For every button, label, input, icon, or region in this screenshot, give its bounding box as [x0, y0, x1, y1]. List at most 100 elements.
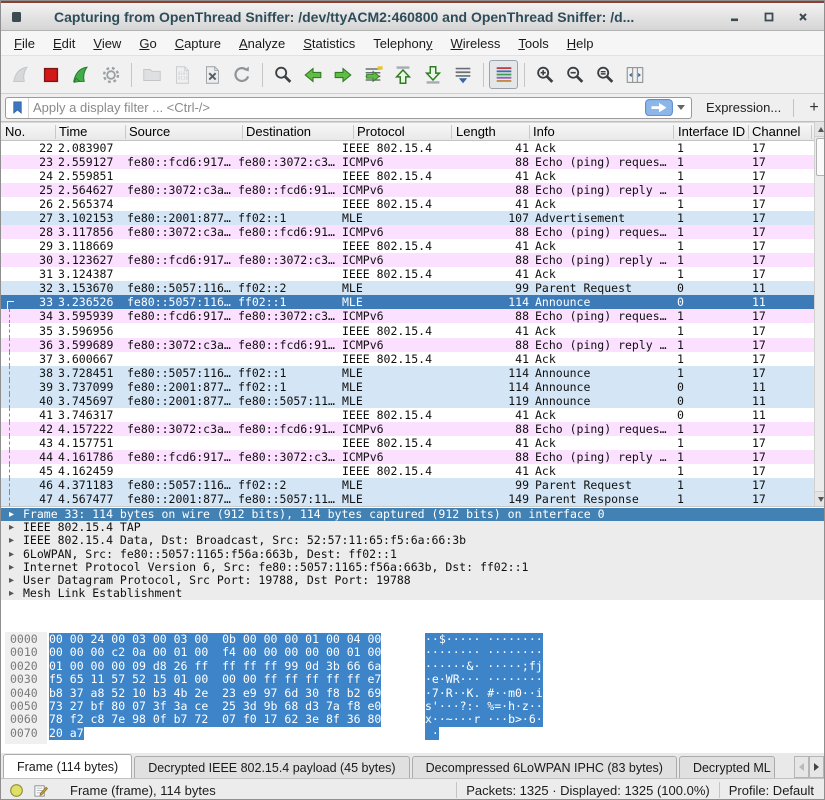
hex-row[interactable]: 0030f5 65 11 57 52 15 01 00 00 00 ff ff … — [1, 673, 824, 686]
packet-row-36[interactable]: 363.599689fe80::3072:c3a…fe80::fcd6:91…I… — [1, 338, 814, 352]
packet-row-43[interactable]: 434.157751IEEE 802.15.441Ack117 — [1, 436, 814, 450]
column-header-time[interactable]: Time — [59, 123, 87, 141]
zoom-in-button[interactable] — [530, 60, 559, 89]
column-separator[interactable] — [811, 125, 812, 139]
go-last-packet-button[interactable] — [418, 60, 447, 89]
expand-arrow-icon[interactable]: ▸ — [9, 587, 14, 600]
hex-row[interactable]: 000000 00 24 00 03 00 03 00 0b 00 00 00 … — [1, 633, 824, 646]
packet-row-40[interactable]: 403.745697fe80::2001:877…fe80::5057:11…M… — [1, 394, 814, 408]
go-to-packet-button[interactable] — [358, 60, 387, 89]
packet-row-44[interactable]: 444.161786fe80::fcd6:917…fe80::3072:c3…I… — [1, 450, 814, 464]
zoom-reset-button[interactable] — [590, 60, 619, 89]
find-packet-button[interactable] — [268, 60, 297, 89]
packet-row-31[interactable]: 313.124387IEEE 802.15.441Ack117 — [1, 267, 814, 281]
status-profile[interactable]: Profile: Default — [729, 783, 814, 798]
packet-row-23[interactable]: 232.559127fe80::fcd6:917…fe80::3072:c3…I… — [1, 155, 814, 169]
colorize-button[interactable] — [489, 60, 518, 89]
packet-row-37[interactable]: 373.600667IEEE 802.15.441Ack117 — [1, 352, 814, 366]
auto-scroll-button[interactable] — [448, 60, 477, 89]
hex-row[interactable]: 001000 00 00 c2 0a 00 01 00 f4 00 00 00 … — [1, 646, 824, 659]
hex-row[interactable]: 002001 00 00 00 09 d8 26 ff ff ff ff 99 … — [1, 660, 824, 673]
expand-arrow-icon[interactable]: ▸ — [9, 561, 14, 574]
hex-row[interactable]: 0040b8 37 a8 52 10 b3 4b 2e 23 e9 97 6d … — [1, 687, 824, 700]
column-separator[interactable] — [748, 125, 749, 139]
expert-info-icon[interactable] — [9, 783, 24, 798]
bookmark-icon[interactable] — [6, 98, 29, 118]
packet-row-35[interactable]: 353.596956IEEE 802.15.441Ack117 — [1, 324, 814, 338]
menu-help[interactable]: Help — [558, 31, 603, 56]
expand-arrow-icon[interactable]: ▸ — [9, 534, 14, 547]
menu-go[interactable]: Go — [130, 31, 165, 56]
column-header-length[interactable]: Length — [456, 123, 496, 141]
resize-columns-button[interactable] — [620, 60, 649, 89]
filter-dropdown-caret-icon[interactable] — [677, 105, 685, 110]
menu-view[interactable]: View — [84, 31, 130, 56]
column-header-channel[interactable]: Channel — [752, 123, 800, 141]
packet-row-27[interactable]: 273.102153fe80::2001:877…ff02::1MLE107Ad… — [1, 211, 814, 225]
detail-row[interactable]: ▸6LoWPAN, Src: fe80::5057:1165:f56a:663b… — [1, 548, 824, 561]
packet-row-30[interactable]: 303.123627fe80::fcd6:917…fe80::3072:c3…I… — [1, 253, 814, 267]
column-header-source[interactable]: Source — [129, 123, 170, 141]
menu-tools[interactable]: Tools — [509, 31, 557, 56]
reload-file-button[interactable] — [227, 60, 256, 89]
packet-row-42[interactable]: 424.157222fe80::3072:c3a…fe80::fcd6:91…I… — [1, 422, 814, 436]
detail-row[interactable]: ▸IEEE 802.15.4 TAP — [1, 521, 824, 534]
go-forward-button[interactable] — [328, 60, 357, 89]
menu-edit[interactable]: Edit — [44, 31, 84, 56]
expand-arrow-icon[interactable]: ▸ — [9, 508, 14, 521]
scroll-up-icon[interactable] — [815, 122, 825, 137]
restart-capture-button[interactable] — [66, 60, 95, 89]
menu-capture[interactable]: Capture — [166, 31, 230, 56]
column-header-info[interactable]: Info — [533, 123, 555, 141]
add-filter-button[interactable]: + — [804, 99, 824, 117]
tab-decompressed-6lowpan-iphc-83-bytes[interactable]: Decompressed 6LoWPAN IPHC (83 bytes) — [412, 756, 677, 778]
go-first-packet-button[interactable] — [388, 60, 417, 89]
packet-list-scrollbar[interactable] — [814, 122, 825, 506]
apply-filter-button[interactable] — [645, 99, 673, 116]
capture-options-button[interactable] — [96, 60, 125, 89]
maximize-icon[interactable] — [756, 7, 782, 27]
column-separator[interactable] — [242, 125, 243, 139]
packet-row-45[interactable]: 454.162459IEEE 802.15.441Ack117 — [1, 464, 814, 478]
column-header-no-[interactable]: No. — [5, 123, 25, 141]
column-header-destination[interactable]: Destination — [246, 123, 311, 141]
close-icon[interactable] — [790, 7, 816, 27]
menu-file[interactable]: File — [5, 31, 44, 56]
column-separator[interactable] — [673, 125, 674, 139]
tab-decrypted-ml[interactable]: Decrypted ML — [679, 756, 775, 778]
scrollbar-thumb[interactable] — [816, 138, 825, 176]
packet-row-24[interactable]: 242.559851IEEE 802.15.441Ack117 — [1, 169, 814, 183]
display-filter-input[interactable] — [29, 100, 645, 115]
menu-telephony[interactable]: Telephony — [364, 31, 441, 56]
tab-frame-114-bytes[interactable]: Frame (114 bytes) — [3, 754, 132, 778]
packet-row-25[interactable]: 252.564627fe80::3072:c3a…fe80::fcd6:91…I… — [1, 183, 814, 197]
packet-row-41[interactable]: 413.746317IEEE 802.15.441Ack011 — [1, 408, 814, 422]
close-file-button[interactable] — [197, 60, 226, 89]
column-separator[interactable] — [451, 125, 452, 139]
hex-row[interactable]: 005073 27 bf 80 07 3f 3a ce 25 3d 9b 68 … — [1, 700, 824, 713]
packet-row-28[interactable]: 283.117856fe80::3072:c3a…fe80::fcd6:91…I… — [1, 225, 814, 239]
packet-row-38[interactable]: 383.728451fe80::5057:116…ff02::1MLE114An… — [1, 366, 814, 380]
stop-capture-button[interactable] — [36, 60, 65, 89]
hex-row[interactable]: 006078 f2 c8 7e 98 0f b7 72 07 f0 17 62 … — [1, 713, 824, 726]
expand-arrow-icon[interactable]: ▸ — [9, 521, 14, 534]
column-separator[interactable] — [353, 125, 354, 139]
capture-comment-icon[interactable] — [33, 783, 48, 798]
zoom-out-button[interactable] — [560, 60, 589, 89]
column-header-interface-id[interactable]: Interface ID — [678, 123, 745, 141]
expand-arrow-icon[interactable]: ▸ — [9, 574, 14, 587]
column-separator[interactable] — [55, 125, 56, 139]
column-separator[interactable] — [529, 125, 530, 139]
detail-row[interactable]: ▸Internet Protocol Version 6, Src: fe80:… — [1, 561, 824, 574]
packet-row-39[interactable]: 393.737099fe80::2001:877…ff02::1MLE114An… — [1, 380, 814, 394]
detail-row[interactable]: ▸Mesh Link Establishment — [1, 587, 824, 600]
scroll-down-icon[interactable] — [815, 491, 825, 506]
column-separator[interactable] — [125, 125, 126, 139]
packet-row-46[interactable]: 464.371183fe80::5057:116…ff02::2MLE99Par… — [1, 478, 814, 492]
menu-statistics[interactable]: Statistics — [294, 31, 364, 56]
packet-row-32[interactable]: 323.153670fe80::5057:116…ff02::2MLE99Par… — [1, 281, 814, 295]
packet-row-29[interactable]: 293.118669IEEE 802.15.441Ack117 — [1, 239, 814, 253]
minimize-icon[interactable] — [722, 7, 748, 27]
column-header-protocol[interactable]: Protocol — [357, 123, 405, 141]
tab-scroll-right-icon[interactable] — [809, 756, 824, 778]
